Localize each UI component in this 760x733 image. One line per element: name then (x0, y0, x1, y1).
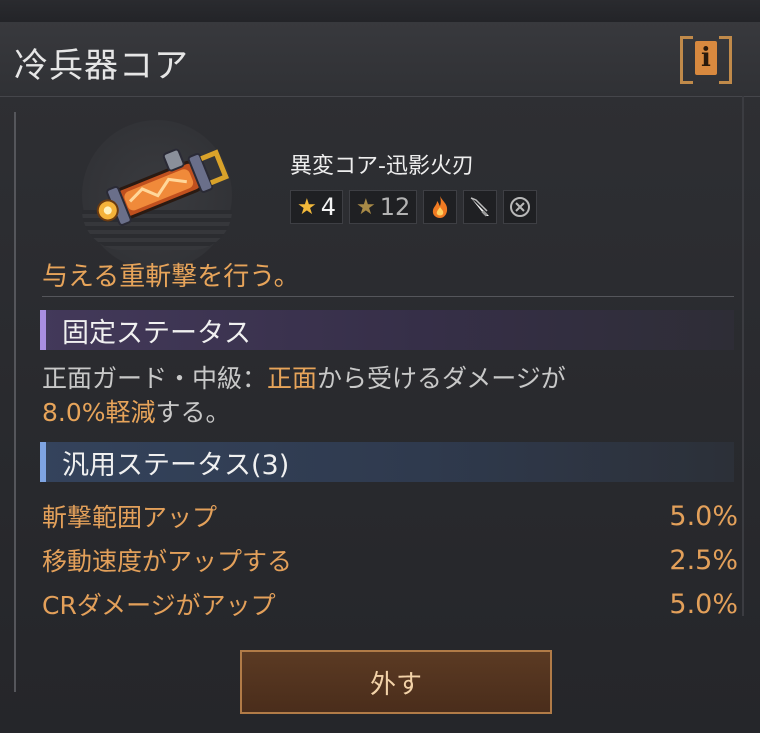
weapon-core-icon (96, 148, 230, 226)
star-icon: ★ (297, 194, 317, 220)
header-accent-bar (40, 442, 46, 482)
stat-value: 2.5% (669, 544, 738, 576)
remove-button[interactable]: 外す (240, 650, 552, 714)
header-accent-bar (40, 310, 46, 350)
stat-value: 5.0% (669, 500, 738, 532)
cooldown-icon (503, 190, 538, 224)
bracket-right (719, 36, 732, 84)
blade-icon (463, 190, 498, 224)
stat-name: 移動速度がアップする (42, 547, 293, 576)
item-badges: ★ 4 ★ 12 (290, 190, 538, 224)
general-status-header: 汎用ステータス(3) (40, 442, 734, 482)
stat-row: 斬撃範囲アップ 5.0% (42, 496, 738, 536)
info-icon: i (695, 41, 717, 75)
stat-value: 5.0% (669, 588, 738, 620)
level-value: 12 (379, 193, 411, 221)
fixed-status-title: 固定ステータス (62, 317, 251, 349)
star-icon: ★ (356, 194, 376, 220)
fixed-status-part3: する。 (155, 398, 231, 427)
fixed-status-text: 正面ガード・中級：正面から受けるダメージが 8.0%軽減する。 (42, 362, 732, 430)
stat-name: 斬撃範囲アップ (42, 503, 218, 532)
rarity-badge: ★ 4 (290, 190, 344, 224)
fixed-status-highlight: 正面 (267, 364, 318, 393)
panel-title: 冷兵器コア (14, 46, 189, 86)
item-description: 与える重斬撃を行う。 (42, 262, 300, 292)
top-strip (0, 0, 760, 23)
divider (42, 296, 734, 297)
fire-icon (423, 190, 458, 224)
left-rule (14, 112, 16, 692)
fixed-status-value: 8.0%軽減 (42, 398, 156, 427)
stat-row: 移動速度がアップする 2.5% (42, 540, 738, 580)
fixed-status-header: 固定ステータス (40, 310, 734, 350)
bracket-left (680, 36, 693, 84)
item-name: 異変コア-迅影火刃 (290, 154, 474, 179)
fixed-status-part1: 正面ガード・中級： (42, 364, 268, 393)
right-rule (742, 96, 744, 616)
info-button[interactable]: i (680, 36, 732, 84)
stat-row: CRダメージがアップ 5.0% (42, 584, 738, 624)
stat-name: CRダメージがアップ (42, 591, 276, 620)
rarity-value: 4 (320, 193, 337, 221)
level-badge: ★ 12 (349, 190, 418, 224)
general-status-title: 汎用ステータス(3) (62, 449, 290, 481)
fixed-status-part2: から受けるダメージが (317, 364, 566, 393)
